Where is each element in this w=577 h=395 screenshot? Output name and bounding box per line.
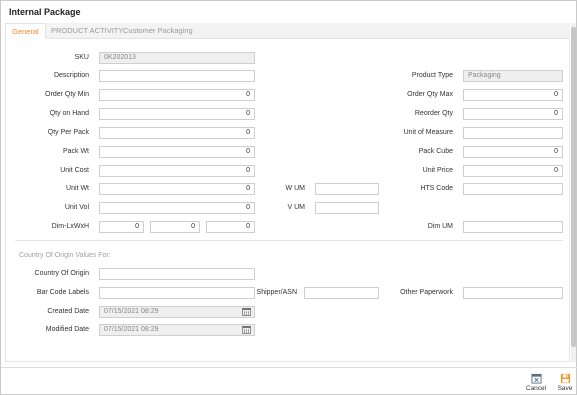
country-of-origin-field[interactable] — [99, 268, 255, 280]
dim-width-field[interactable]: 0 — [150, 221, 200, 233]
unit-cost-label: Unit Cost — [60, 167, 89, 174]
v-um-label: V UM — [287, 204, 306, 211]
bar-code-labels-label: Bar Code Labels — [36, 289, 89, 296]
cancel-icon — [530, 373, 542, 384]
save-button[interactable]: Save — [552, 373, 577, 393]
order-qty-max-label: Order Qty Max — [407, 91, 453, 98]
order-qty-min-label: Order Qty Min — [45, 91, 89, 98]
unit-vol-field[interactable]: 0 — [99, 202, 255, 214]
description-label: Description — [53, 72, 89, 79]
w-um-field[interactable] — [315, 183, 379, 195]
dim-um-field[interactable] — [463, 221, 563, 233]
unit-price-label: Unit Price — [422, 167, 453, 174]
product-type-field: Packaging — [463, 70, 563, 82]
dim-lxwxh-label: Dim-LxWxH — [51, 223, 89, 230]
dim-um-label: Dim UM — [427, 223, 453, 230]
calendar-icon[interactable] — [242, 325, 251, 334]
pack-wt-label: Pack Wt — [62, 148, 89, 155]
order-qty-min-field[interactable]: 0 — [99, 89, 255, 101]
tab-customer-packaging[interactable]: Customer Packaging — [117, 23, 199, 39]
tab-general[interactable]: General — [5, 23, 46, 39]
calendar-icon[interactable] — [242, 307, 251, 316]
unit-cost-field[interactable]: 0 — [99, 165, 255, 177]
description-field[interactable] — [99, 70, 255, 82]
pack-cube-label: Pack Cube — [418, 148, 453, 155]
country-of-origin-section-title: Country Of Origin Values For: — [19, 252, 111, 259]
footer-divider — [1, 367, 577, 368]
unit-vol-label: Unit Vol — [64, 204, 89, 211]
order-qty-max-field[interactable]: 0 — [463, 89, 563, 101]
save-label: Save — [557, 385, 573, 392]
unit-of-measure-label: Unit of Measure — [403, 129, 453, 136]
reorder-qty-field[interactable]: 0 — [463, 108, 563, 120]
dim-height-field[interactable]: 0 — [206, 221, 255, 233]
save-icon — [560, 373, 570, 384]
other-paperwork-label: Other Paperwork — [400, 289, 453, 296]
qty-per-pack-label: Qty Per Pack — [47, 129, 89, 136]
other-paperwork-field[interactable] — [463, 287, 563, 299]
dim-length-field[interactable]: 0 — [99, 221, 144, 233]
shipper-asn-field[interactable] — [304, 287, 379, 299]
sku-field: 0K202013 — [99, 52, 255, 64]
bar-code-labels-field[interactable] — [99, 287, 255, 299]
qty-on-hand-label: Qty on Hand — [49, 110, 89, 117]
created-date-label: Created Date — [47, 308, 89, 315]
unit-wt-field[interactable]: 0 — [99, 183, 255, 195]
v-um-field[interactable] — [315, 202, 379, 214]
hts-code-field[interactable] — [463, 183, 563, 195]
created-date-field: 07/15/2021 08:29 — [99, 306, 255, 318]
pack-wt-field[interactable]: 0 — [99, 146, 255, 158]
cancel-button[interactable]: Cancel — [523, 373, 549, 393]
unit-of-measure-field[interactable] — [463, 127, 563, 139]
country-of-origin-label: Country Of Origin — [34, 270, 89, 277]
qty-per-pack-field[interactable]: 0 — [99, 127, 255, 139]
section-divider — [15, 240, 563, 241]
vertical-scrollbar[interactable] — [571, 23, 576, 362]
scrollbar-thumb[interactable] — [571, 27, 576, 347]
general-panel — [5, 39, 570, 362]
sku-label: SKU — [74, 54, 89, 61]
modified-date-field: 07/15/2021 08:29 — [99, 324, 255, 336]
internal-package-window: Internal Package General PRODUCT ACTIVIT… — [0, 0, 577, 395]
window-title: Internal Package — [9, 7, 81, 17]
cancel-label: Cancel — [525, 385, 547, 392]
product-type-label: Product Type — [411, 72, 453, 79]
hts-code-label: HTS Code — [420, 185, 453, 192]
tab-bar: General PRODUCT ACTIVITY Customer Packag… — [5, 23, 570, 39]
w-um-label: W UM — [285, 185, 305, 192]
qty-on-hand-field[interactable]: 0 — [99, 108, 255, 120]
unit-price-field[interactable]: 0 — [463, 165, 563, 177]
modified-date-label: Modified Date — [45, 326, 89, 333]
reorder-qty-label: Reorder Qty — [414, 110, 453, 117]
pack-cube-field[interactable]: 0 — [463, 146, 563, 158]
unit-wt-label: Unit Wt — [66, 185, 89, 192]
shipper-asn-label: Shipper/ASN — [256, 289, 297, 296]
